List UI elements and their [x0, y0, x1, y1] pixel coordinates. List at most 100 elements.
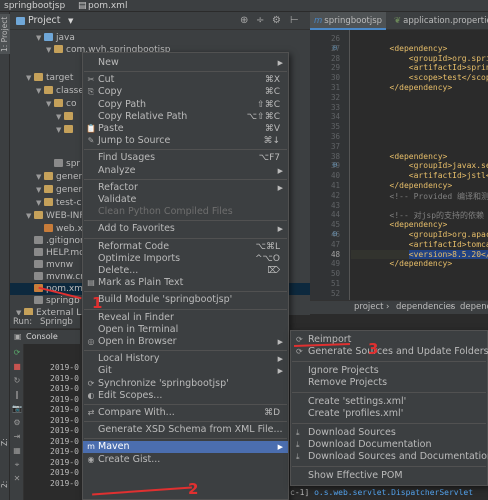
file-icon	[34, 296, 43, 304]
chevron-icon[interactable]: ▼	[26, 72, 34, 84]
line-number: 28	[330, 53, 340, 63]
menu-item-new[interactable]: New ▶	[83, 57, 288, 69]
maven-item-ignore-projects[interactable]: Ignore Projects	[291, 365, 487, 377]
fold-icon[interactable]: ⊖	[332, 44, 338, 52]
fold-icon[interactable]: ⊖	[332, 230, 338, 238]
menu-item-create-gist[interactable]: ◉ Create Gist...	[83, 454, 288, 466]
chevron-icon[interactable]: ▼	[36, 32, 44, 44]
maven-item-create-settings-xml[interactable]: Create 'settings.xml'	[291, 396, 487, 408]
pin-icon[interactable]: ⌖	[12, 460, 22, 470]
tab-pom[interactable]: m springbootjsp	[310, 12, 387, 30]
log-line: 2019-0	[50, 373, 79, 383]
run-config-tab[interactable]: Springb	[40, 317, 73, 327]
menu-item-maven[interactable]: m Maven ▶	[83, 441, 288, 454]
maven-item-download-sources-and-documentation[interactable]: ⤓ Download Sources and Documentation	[291, 451, 488, 463]
menu-item-optimize-imports[interactable]: Optimize Imports ^⌥O	[83, 253, 288, 265]
structure-tool-tab[interactable]: Z: Structure	[0, 422, 18, 462]
layout-icon[interactable]: ▦	[12, 446, 22, 456]
menu-item-copy-relative-path[interactable]: Copy Relative Path ⌥⇧⌘C	[83, 111, 288, 123]
console-tab[interactable]: Console	[26, 332, 58, 341]
locate-icon[interactable]: ⊕	[240, 15, 248, 26]
chevron-down-icon[interactable]: ▼	[68, 17, 73, 25]
breadcrumb-project[interactable]: project	[354, 301, 384, 314]
maven-item-generate-sources-and-update-folders[interactable]: ⟳ Generate Sources and Update Folders	[291, 346, 488, 358]
maven-item-show-effective-pom[interactable]: Show Effective POM	[291, 470, 487, 482]
menu-item-git[interactable]: Git ▶	[83, 365, 288, 377]
chevron-icon[interactable]: ▼	[16, 307, 24, 315]
chevron-icon[interactable]: ▼	[46, 98, 54, 110]
settings-icon[interactable]: ⚙	[12, 418, 22, 428]
hide-icon[interactable]: ⊢	[290, 15, 299, 26]
chevron-icon[interactable]: ▼	[36, 184, 44, 196]
log-line: 2019-0	[50, 478, 79, 488]
chevron-icon[interactable]: ▼	[36, 85, 44, 97]
menu-item-label: Reformat Code	[98, 240, 170, 252]
menu-item-local-history[interactable]: Local History ▶	[83, 353, 288, 365]
menu-item-open-in-browser[interactable]: ◎ Open in Browser ▶	[83, 336, 288, 348]
tree-item[interactable]: ▼ java	[10, 32, 310, 44]
maven-item-download-sources[interactable]: ⤓ Download Sources	[291, 427, 487, 439]
menu-item-paste[interactable]: 📋 Paste ⌘V	[83, 123, 288, 135]
pause-icon[interactable]: ‖	[12, 390, 22, 400]
maven-item-download-documentation[interactable]: ⤓ Download Documentation	[291, 439, 487, 451]
menu-item-analyze[interactable]: Analyze ▶	[83, 165, 288, 177]
menu-item-label: Find Usages	[98, 152, 156, 164]
tree-item-label: mvnw	[46, 260, 74, 270]
chevron-icon[interactable]: ▼	[36, 197, 44, 209]
chevron-icon[interactable]: ▼	[56, 111, 64, 123]
menu-item-synchronize-springbootjsp[interactable]: ⟳ Synchronize 'springbootjsp'	[83, 378, 288, 390]
tab-application-properties[interactable]: ❦ application.properties	[390, 12, 488, 30]
code-editor[interactable]: <dependency> <groupId>org.sprin <artifac…	[351, 30, 488, 300]
line-number: 45	[330, 220, 340, 230]
menu-item-mark-as-plain-text[interactable]: ▤ Mark as Plain Text	[83, 277, 288, 289]
favorites-tool-tab[interactable]: 2: Favorites	[0, 464, 18, 500]
menu-item-open-in-terminal[interactable]: Open in Terminal	[83, 324, 288, 336]
chevron-icon[interactable]: ▼	[46, 44, 54, 56]
rerun-icon[interactable]: ⟳	[12, 348, 22, 358]
maven-item-create-profiles-xml[interactable]: Create 'profiles.xml'	[291, 408, 487, 420]
menu-item-generate-xsd-schema-from-xml-file[interactable]: Generate XSD Schema from XML File...	[83, 424, 288, 436]
selected-text: <version>8.5.20</v	[408, 249, 488, 259]
menu-item-compare-with[interactable]: ⇄ Compare With... ⌘D	[83, 407, 288, 419]
chevron-icon[interactable]: ▼	[56, 124, 64, 136]
tree-item-label: target	[46, 73, 74, 83]
breadcrumb-dependencies[interactable]: dependencies	[396, 301, 455, 314]
menu-item-refactor[interactable]: Refactor ▶	[83, 182, 288, 194]
file-icon	[34, 236, 43, 244]
fold-icon[interactable]: ⊖	[332, 161, 338, 169]
menu-item-validate[interactable]: Validate	[83, 194, 288, 206]
log-line: 2019-0	[50, 436, 79, 446]
line-number: 35	[330, 122, 340, 132]
menu-item-label: Local History	[98, 353, 160, 365]
stop-icon[interactable]: ■	[12, 362, 22, 372]
breadcrumb-dependency[interactable]: dependency	[460, 301, 488, 314]
exit-icon[interactable]: ⇥	[12, 432, 22, 442]
project-view-selector[interactable]: Project	[28, 15, 61, 26]
menu-item-shortcut: ⌘D	[264, 408, 280, 418]
project-tool-tab[interactable]: 1: Project	[0, 14, 10, 54]
menu-item-build-module-springbootjsp[interactable]: Build Module 'springbootjsp'	[83, 294, 288, 306]
close-icon[interactable]: ✕	[12, 474, 22, 484]
chevron-icon[interactable]: ▼	[26, 210, 34, 222]
breadcrumb-sep: ›	[450, 302, 454, 312]
gear-icon[interactable]: ⚙	[272, 15, 281, 26]
menu-item-reformat-code[interactable]: Reformat Code ⌥⌘L	[83, 241, 288, 253]
menu-item-find-usages[interactable]: Find Usages ⌥F7	[83, 152, 288, 164]
log-line: 2019-0	[50, 394, 79, 404]
menu-item-reveal-in-finder[interactable]: Reveal in Finder	[83, 312, 288, 324]
line-number: 50	[330, 269, 340, 279]
menu-item-add-to-favorites[interactable]: Add to Favorites ▶	[83, 223, 288, 235]
dump-icon[interactable]: 📷	[12, 404, 22, 414]
menu-item-cut[interactable]: ✂ Cut ⌘X	[83, 74, 288, 86]
line-number: 44	[330, 210, 340, 220]
chevron-icon[interactable]: ▼	[36, 171, 44, 183]
collapse-icon[interactable]: ÷	[256, 15, 264, 26]
menu-item-jump-to-source[interactable]: ✎ Jump to Source ⌘↓	[83, 135, 288, 147]
menu-item-copy[interactable]: ⎘ Copy ⌘C	[83, 86, 288, 98]
menu-item-label: New	[98, 57, 119, 68]
maven-item-remove-projects[interactable]: Remove Projects	[291, 377, 487, 389]
restore-icon[interactable]: ↻	[12, 376, 22, 386]
menu-item-edit-scopes[interactable]: ◐ Edit Scopes...	[83, 390, 288, 402]
menu-item-copy-path[interactable]: Copy Path ⇧⌘C	[83, 99, 288, 111]
menu-item-delete[interactable]: Delete... ⌦	[83, 265, 288, 277]
